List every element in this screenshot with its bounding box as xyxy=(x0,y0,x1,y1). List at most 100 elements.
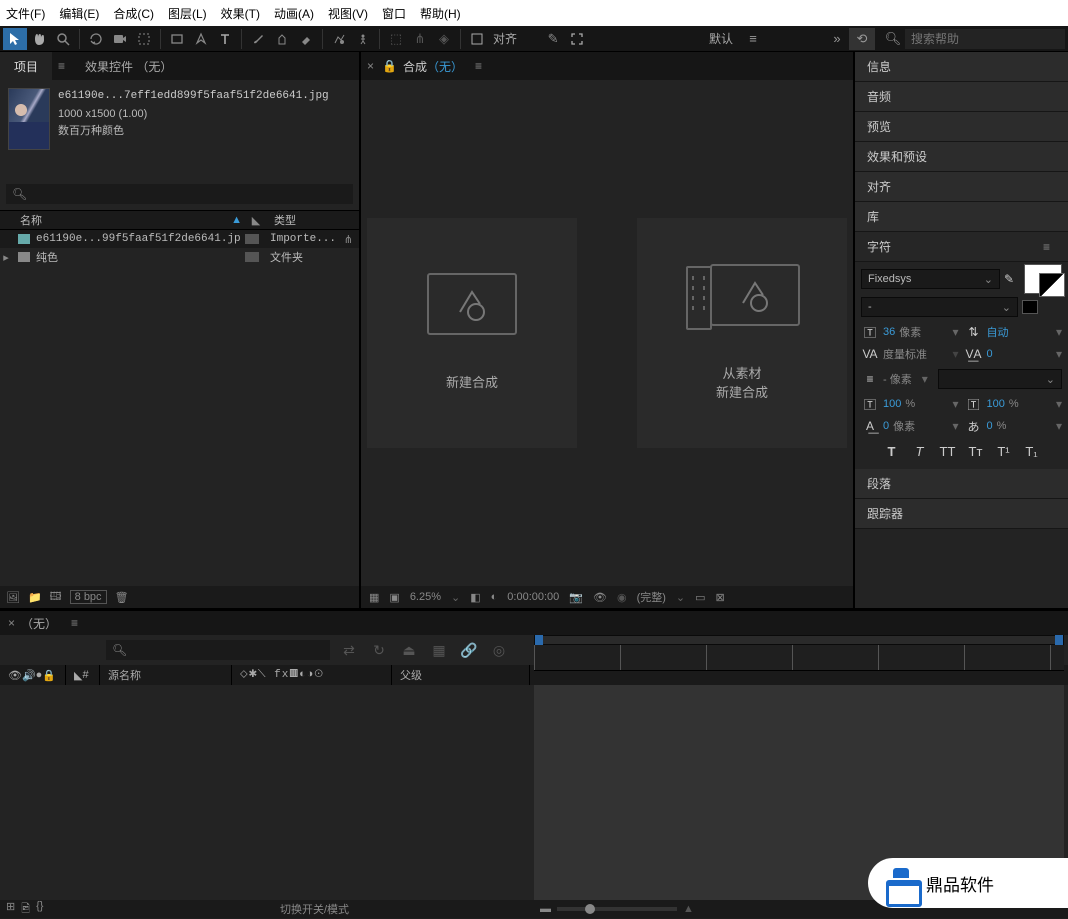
tl-icon-4[interactable]: ▦ xyxy=(428,642,450,659)
col-name[interactable]: 名称 xyxy=(20,212,42,228)
superscript-button[interactable]: T¹ xyxy=(994,444,1014,459)
asset-thumbnail[interactable] xyxy=(8,88,50,150)
toggle-3-icon[interactable]: {} xyxy=(36,900,43,919)
folder-icon[interactable]: 📁 xyxy=(28,591,42,604)
solo-col-icon[interactable]: ● xyxy=(36,669,43,681)
panel-library[interactable]: 库 xyxy=(855,202,1068,232)
subscript-button[interactable]: T₁ xyxy=(1022,444,1042,459)
workspace-selector[interactable]: 默认 xyxy=(701,28,741,49)
expand-icon[interactable] xyxy=(565,28,589,50)
zoom-out-icon[interactable]: ▬ xyxy=(540,903,551,915)
snap-label[interactable]: 对齐 xyxy=(489,30,521,47)
font-family-select[interactable]: Fixedsys⌄ xyxy=(861,269,1000,289)
view1-icon[interactable]: ▭ xyxy=(695,591,705,604)
zoom-slider[interactable] xyxy=(557,907,677,911)
sync-icon[interactable]: ⟲ xyxy=(849,28,875,50)
hamburger-icon[interactable]: ≡ xyxy=(741,28,765,50)
type-tool[interactable] xyxy=(213,28,237,50)
menu-file[interactable]: 文件(F) xyxy=(6,5,45,22)
menu-help[interactable]: 帮助(H) xyxy=(420,5,461,22)
stroke-width[interactable]: - 像素 xyxy=(883,371,912,387)
grid-icon[interactable]: ▣ xyxy=(389,591,399,604)
panel-presets[interactable]: 效果和预设 xyxy=(855,142,1068,172)
panel-menu-icon[interactable]: ≡ xyxy=(52,59,71,73)
color-swatch[interactable] xyxy=(1024,264,1062,294)
italic-button[interactable]: T xyxy=(910,444,930,459)
snap-icon[interactable] xyxy=(465,28,489,50)
zoom-in-icon[interactable]: ▲ xyxy=(683,903,694,915)
eyedropper-icon[interactable]: ✎ xyxy=(1004,272,1020,286)
trash-icon[interactable]: 🗑 xyxy=(115,591,129,604)
interpret-icon[interactable]: 🖼 xyxy=(6,591,20,604)
close-tab-icon[interactable]: × xyxy=(367,59,374,73)
tl-icon-6[interactable]: ◎ xyxy=(488,642,510,659)
comp-menu-icon[interactable]: ≡ xyxy=(469,59,488,73)
panel-paragraph[interactable]: 段落 xyxy=(855,469,1068,499)
tab-effect-controls[interactable]: 效果控件 （无） xyxy=(71,52,186,80)
timeline-menu-icon[interactable]: ≡ xyxy=(65,616,84,630)
bone-icon[interactable]: ⋔ xyxy=(408,28,432,50)
project-filter-input[interactable]: 🔍︎ xyxy=(6,184,353,204)
brush-tool[interactable] xyxy=(246,28,270,50)
pan-behind-tool[interactable] xyxy=(132,28,156,50)
col-type[interactable]: 类型 xyxy=(264,212,296,228)
chevron-right-icon[interactable]: » xyxy=(825,28,849,50)
warp-icon[interactable]: ◈ xyxy=(432,28,456,50)
col-parent[interactable]: 父级 xyxy=(392,665,530,685)
smallcaps-button[interactable]: Tᴛ xyxy=(966,444,986,459)
switches-button[interactable]: 切换开关/模式 xyxy=(280,901,349,917)
allcaps-button[interactable]: TT xyxy=(938,444,958,459)
menu-effect[interactable]: 效果(T) xyxy=(221,5,260,22)
font-style-select[interactable]: -⌄ xyxy=(861,297,1018,317)
col-source-name[interactable]: 源名称 xyxy=(100,665,232,685)
tl-icon-5[interactable]: 🔗 xyxy=(458,642,480,659)
tl-icon-2[interactable]: ↻ xyxy=(368,642,390,659)
bold-button[interactable]: T xyxy=(882,444,902,459)
comp-icon[interactable]: 🖽 xyxy=(50,588,62,607)
speaker-col-icon[interactable]: 🔊 xyxy=(22,669,36,682)
camera-tool[interactable] xyxy=(108,28,132,50)
pen-tool[interactable] xyxy=(189,28,213,50)
view2-icon[interactable]: ⊠ xyxy=(716,591,725,604)
toggle-icon[interactable]: ◐ xyxy=(491,591,498,603)
project-item-image[interactable]: e61190e...99f5faaf51f2de6641.jp Importe.… xyxy=(0,230,359,248)
3d-icon[interactable]: ◉ xyxy=(617,591,627,604)
res-icon[interactable]: ▦ xyxy=(369,591,379,604)
rect-tool[interactable] xyxy=(165,28,189,50)
eye-col-icon[interactable]: 👁 xyxy=(8,669,22,682)
work-area-bar[interactable] xyxy=(534,635,1064,645)
toggle-2-icon[interactable]: 🖻 xyxy=(21,900,30,919)
tl-icon-1[interactable]: ⇄ xyxy=(338,642,360,659)
label-col-icon[interactable]: ◣ xyxy=(74,669,82,682)
lock-icon[interactable]: 🔒 xyxy=(382,59,397,73)
wand-icon[interactable]: ✎ xyxy=(541,28,565,50)
help-search-input[interactable] xyxy=(905,29,1065,49)
panel-character[interactable]: 字符≡ xyxy=(855,232,1068,262)
panel-info[interactable]: 信息 xyxy=(855,52,1068,82)
time-ruler[interactable] xyxy=(534,645,1064,671)
puppet-tool[interactable] xyxy=(351,28,375,50)
timecode[interactable]: 0:00:00:00 xyxy=(507,591,559,603)
menu-layer[interactable]: 图层(L) xyxy=(168,5,207,22)
sort-arrow-icon[interactable]: ▲ xyxy=(231,214,242,226)
menu-comp[interactable]: 合成(C) xyxy=(113,5,154,22)
zoom-tool[interactable] xyxy=(51,28,75,50)
orbit-tool[interactable] xyxy=(84,28,108,50)
col-label-icon[interactable]: ◣ xyxy=(248,214,264,227)
eraser-tool[interactable] xyxy=(294,28,318,50)
hand-tool[interactable] xyxy=(27,28,51,50)
new-composition-button[interactable]: 新建合成 xyxy=(367,218,577,448)
panel-tracker[interactable]: 跟踪器 xyxy=(855,499,1068,529)
lock-col-icon[interactable]: 🔒 xyxy=(42,669,56,682)
resolution-dropdown[interactable]: (完整) xyxy=(637,589,666,605)
show-icon[interactable]: 👁 xyxy=(593,591,607,604)
panel-preview[interactable]: 预览 xyxy=(855,112,1068,142)
bpc-button[interactable]: 8 bpc xyxy=(70,590,107,604)
menu-anim[interactable]: 动画(A) xyxy=(274,5,314,22)
clone-tool[interactable] xyxy=(270,28,294,50)
menu-window[interactable]: 窗口 xyxy=(382,5,406,22)
project-item-solids[interactable]: ▸ 纯色 文件夹 xyxy=(0,248,359,266)
timeline-close-icon[interactable]: × xyxy=(8,616,15,630)
roto-tool[interactable] xyxy=(327,28,351,50)
panel-align[interactable]: 对齐 xyxy=(855,172,1068,202)
